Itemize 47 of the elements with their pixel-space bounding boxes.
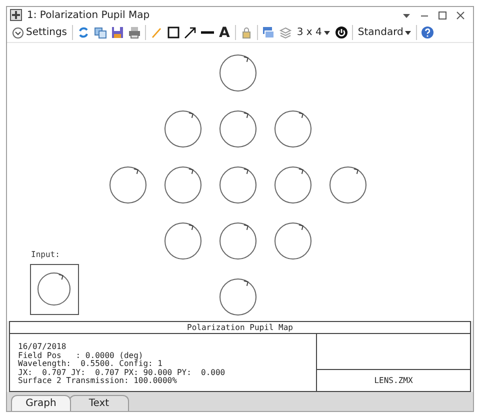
text-tool-button[interactable]: A — [218, 24, 231, 42]
polarization-circle-drawing — [274, 222, 312, 260]
style-dropdown[interactable]: Standard — [356, 24, 412, 42]
refresh-icon[interactable] — [77, 26, 90, 40]
info-line: Wavelength: 0.5500. Config: 1 — [18, 360, 164, 369]
polarization-circle-drawing — [220, 54, 256, 92]
input-frame — [30, 264, 79, 316]
polarization-circle-drawing — [164, 222, 202, 260]
layers-icon[interactable] — [278, 26, 292, 40]
input-label: Input: — [31, 250, 60, 260]
close-icon[interactable] — [454, 8, 467, 22]
copy-icon[interactable] — [94, 26, 108, 40]
rectangle-icon[interactable] — [167, 26, 180, 40]
layout-dropdown[interactable]: 3 x 4 — [296, 24, 331, 42]
input-circle-drawing — [38, 272, 70, 306]
save-icon[interactable] — [111, 26, 124, 40]
polarization-circle-drawing — [274, 166, 312, 204]
settings-button[interactable]: Settings — [11, 24, 68, 42]
info-line: 16/07/2018 — [18, 343, 68, 352]
lock-icon[interactable] — [240, 26, 253, 40]
caret-icon — [324, 30, 330, 36]
polarization-circle-drawing — [164, 110, 202, 148]
help-icon[interactable] — [421, 26, 434, 40]
info-line: Field Pos : 0.0000 (deg) — [18, 352, 144, 360]
polarization-circle-drawing — [220, 110, 256, 148]
polarization-circle-drawing — [164, 166, 202, 204]
window-title: 1: Polarization Pupil Map — [27, 10, 151, 21]
info-line: JX: 0.707 JY: 0.707 PX: 90.000 PY: 0.000 — [18, 368, 226, 377]
windows-icon[interactable] — [262, 26, 275, 40]
info-title: Polarization Pupil Map — [10, 322, 470, 334]
arrow-icon[interactable] — [184, 26, 198, 40]
polarization-circle-drawing — [220, 222, 256, 260]
info-line: Surface 2 Transmission: 100.0000% — [18, 377, 178, 386]
polarization-circle-drawing — [274, 110, 312, 148]
window-icon — [10, 9, 22, 22]
print-icon[interactable] — [128, 26, 142, 40]
caret-icon — [405, 30, 412, 36]
polarization-circle-drawing — [220, 278, 256, 316]
file-name: LENS.ZMX — [373, 374, 414, 387]
polarization-circle-drawing — [110, 166, 146, 204]
tab[interactable]: Graph — [11, 394, 71, 411]
tab[interactable]: Text — [69, 394, 129, 411]
chevron-down-icon — [12, 26, 24, 39]
polarization-circle-drawing — [220, 166, 256, 204]
maximize-icon[interactable] — [436, 8, 449, 22]
power-icon[interactable] — [334, 26, 348, 40]
polarization-circle-drawing — [330, 166, 366, 204]
